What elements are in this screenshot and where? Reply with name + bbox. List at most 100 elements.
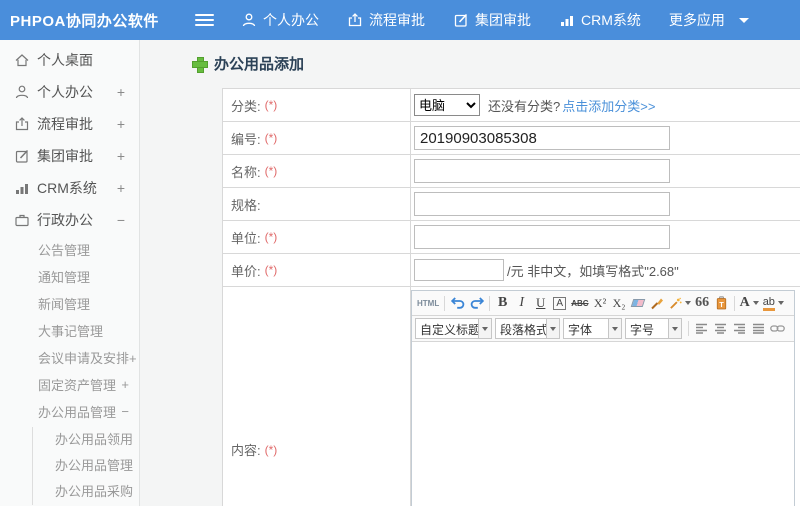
content-row: 内容: (*) HTML B I U A ABC X² X₂ 66 T A ab… [223, 287, 800, 506]
chevron-down-icon [752, 301, 759, 305]
field-label: 编号: [231, 131, 261, 147]
price-row: 单价: (*) /元 非中文，如填写格式"2.68" [223, 254, 800, 287]
sidebar-sub-notification[interactable]: 通知管理 [0, 263, 139, 290]
eraser-icon[interactable] [629, 293, 648, 313]
custom-title-combo[interactable]: 自定义标题 [415, 318, 492, 339]
spec-input[interactable] [414, 192, 670, 216]
sidebar-sub-events[interactable]: 大事记管理 [0, 317, 139, 344]
chevron-down-icon[interactable] [608, 319, 621, 338]
sidebar-item-flow-approval[interactable]: 流程审批 + [0, 108, 139, 140]
link-icon[interactable] [768, 319, 787, 339]
unit-input[interactable] [414, 225, 670, 249]
chevron-down-icon[interactable] [546, 319, 559, 338]
collapse-minus-icon[interactable]: − [117, 212, 125, 228]
expand-plus-icon[interactable]: + [117, 116, 125, 132]
sidebar-sub-label: 会议申请及安排+ [38, 351, 137, 366]
briefcase-icon [14, 212, 30, 228]
format-brush-icon[interactable] [648, 293, 667, 313]
sidebar-item-personal-office[interactable]: 个人办公 + [0, 76, 139, 108]
sidebar-sub-news[interactable]: 新闻管理 [0, 290, 139, 317]
strikethrough-button[interactable]: ABC [569, 293, 590, 313]
expand-plus-icon[interactable]: + [117, 84, 125, 100]
expand-plus-icon[interactable]: + [121, 377, 129, 392]
font-size-combo[interactable]: 字号 [625, 318, 682, 339]
sidebar-subsub-supplies-management[interactable]: 办公用品管理 [33, 453, 139, 479]
field-label: 单价: [231, 263, 261, 279]
align-center-icon[interactable] [711, 319, 730, 339]
editor-toolbar-row2: 自定义标题 段落格式 字体 字号 [412, 316, 794, 342]
blockquote-button[interactable]: 66 [693, 293, 712, 313]
font-border-button[interactable]: A [550, 293, 569, 313]
sidebar-sub-meeting[interactable]: 会议申请及安排+ [0, 344, 139, 371]
combo-label: 段落格式 [500, 323, 546, 337]
required-mark: (*) [264, 263, 278, 277]
font-family-combo[interactable]: 字体 [563, 318, 622, 339]
paragraph-format-combo[interactable]: 段落格式 [495, 318, 560, 339]
sidebar-item-label: 个人桌面 [37, 52, 93, 68]
bar-chart-icon [559, 12, 575, 28]
price-label: 单价: (*) [223, 254, 411, 286]
sidebar-item-personal-desktop[interactable]: 个人桌面 [0, 44, 139, 76]
field-label: 内容: [231, 443, 261, 458]
underline-button[interactable]: U [531, 293, 550, 313]
collapse-minus-icon[interactable]: − [121, 404, 129, 419]
highlight-glyph: ab [762, 296, 775, 311]
auto-typeset-icon[interactable] [667, 293, 693, 313]
topbar: PHPOA协同办公软件 个人办公 流程审批 集团审批 CRM系统 更多应用 [0, 0, 800, 40]
align-right-icon[interactable] [730, 319, 749, 339]
align-left-icon[interactable] [692, 319, 711, 339]
bar-chart-icon [14, 180, 30, 196]
sidebar-sub-fixed-assets[interactable]: 固定资产管理 + [0, 371, 139, 398]
sidebar-item-crm[interactable]: CRM系统 + [0, 172, 139, 204]
add-category-link[interactable]: 点击添加分类>> [562, 96, 655, 115]
sidebar-item-group-approval[interactable]: 集团审批 + [0, 140, 139, 172]
no-category-hint: 还没有分类? [488, 98, 561, 114]
menu-toggle-icon[interactable] [195, 14, 214, 26]
editor-content-area[interactable] [412, 342, 794, 506]
undo-icon[interactable] [448, 293, 467, 313]
chevron-down-icon[interactable] [478, 319, 491, 338]
italic-button[interactable]: I [512, 293, 531, 313]
unit-label: 单位: (*) [223, 221, 411, 253]
paste-as-text-icon[interactable]: T [712, 293, 731, 313]
sidebar-subsub-supplies-requisition[interactable]: 办公用品领用 [33, 427, 139, 453]
chevron-down-icon[interactable] [668, 319, 681, 338]
expand-plus-icon[interactable]: + [117, 148, 125, 164]
highlight-color-button[interactable]: ab [761, 293, 786, 313]
redo-icon[interactable] [467, 293, 486, 313]
expand-plus-icon[interactable]: + [117, 180, 125, 196]
code-input[interactable] [414, 126, 670, 150]
nav-label: 流程审批 [369, 12, 425, 28]
sidebar-subsub-group: 办公用品领用 办公用品管理 办公用品采购 [32, 427, 139, 505]
html-source-button[interactable]: HTML [415, 293, 441, 313]
toolbar-separator [444, 295, 446, 311]
field-label: 单位: [231, 230, 261, 246]
nav-more-apps[interactable]: 更多应用 [669, 10, 749, 30]
subscript-button[interactable]: X₂ [610, 293, 629, 313]
sidebar-subsub-supplies-purchase[interactable]: 办公用品采购 [33, 479, 139, 505]
code-label: 编号: (*) [223, 122, 411, 154]
font-color-button[interactable]: A [738, 293, 761, 313]
superscript-button[interactable]: X² [591, 293, 610, 313]
field-label: 规格: [231, 197, 261, 213]
justify-icon[interactable] [749, 319, 768, 339]
nav-personal-office[interactable]: 个人办公 [241, 10, 319, 30]
nav-group-approval[interactable]: 集团审批 [453, 10, 531, 30]
required-mark: (*) [264, 164, 278, 178]
bold-button[interactable]: B [493, 293, 512, 313]
category-select[interactable]: 电脑 [414, 94, 480, 116]
font-border-glyph: A [553, 296, 567, 310]
rich-text-editor: HTML B I U A ABC X² X₂ 66 T A ab 自定义标题 段… [411, 290, 795, 506]
edit-square-icon [453, 12, 469, 28]
price-input[interactable] [414, 259, 504, 281]
app-logo[interactable]: PHPOA协同办公软件 [0, 10, 159, 31]
sidebar-sub-announcement[interactable]: 公告管理 [0, 236, 139, 263]
add-plus-icon [192, 56, 208, 73]
nav-flow-approval[interactable]: 流程审批 [347, 10, 425, 30]
nav-crm[interactable]: CRM系统 [559, 10, 641, 30]
spec-row: 规格: [223, 188, 800, 221]
sidebar-sub-office-supplies[interactable]: 办公用品管理 − [0, 398, 139, 425]
sidebar-item-admin-office[interactable]: 行政办公 − [0, 204, 139, 236]
name-input[interactable] [414, 159, 670, 183]
required-mark: (*) [264, 230, 278, 244]
